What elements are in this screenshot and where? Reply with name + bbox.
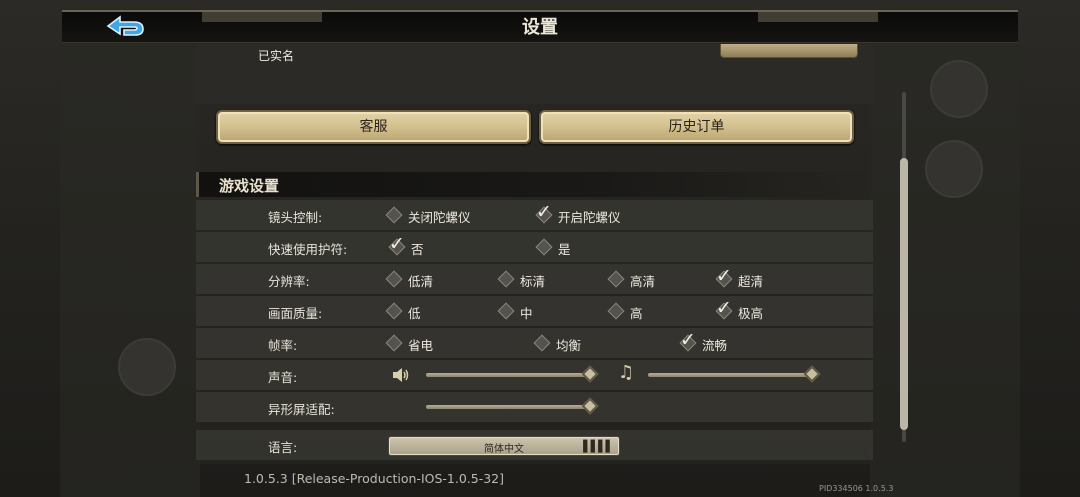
version-text: 1.0.5.3 [Release-Production-IOS-1.0.5-32… <box>244 471 505 486</box>
checkmark-icon: ✓ <box>716 297 732 319</box>
option-label: 低清 <box>408 274 434 289</box>
slider-track <box>426 373 596 377</box>
option-label: 高 <box>630 306 643 321</box>
option-label: 低 <box>408 306 421 321</box>
option-label: 均衡 <box>556 338 582 353</box>
setting-row-quality: 画面质量: 低 中 高 ✓ 极高 <box>196 296 873 326</box>
order-history-button[interactable]: 历史订单 <box>539 110 854 144</box>
checkmark-icon: ✓ <box>389 233 405 255</box>
checkbox-icon <box>385 334 403 352</box>
slider-knob[interactable] <box>803 365 821 383</box>
background-emblem <box>930 60 988 118</box>
checkmark-icon: ✓ <box>680 329 696 351</box>
row-label: 分辨率: <box>268 274 310 289</box>
checkbox-icon <box>533 334 551 352</box>
slider-knob[interactable] <box>581 397 599 415</box>
option-label: 开启陀螺仪 <box>558 210 621 225</box>
row-label: 画面质量: <box>268 306 323 321</box>
setting-row-camera: 镜头控制: 关闭陀螺仪 ✓ 开启陀螺仪 <box>196 200 873 230</box>
row-label: 快速使用护符: <box>268 242 348 257</box>
back-button[interactable] <box>104 14 146 38</box>
checkbox-icon <box>497 302 515 320</box>
account-button[interactable] <box>720 44 858 58</box>
background-emblem <box>118 338 176 396</box>
option-label: 极高 <box>738 306 764 321</box>
row-label: 异形屏适配: <box>268 402 335 417</box>
language-select[interactable]: 简体中文 ▌▌▌▌ <box>388 436 620 456</box>
realname-status: 已实名 <box>258 49 295 63</box>
option-label: 超清 <box>738 274 764 289</box>
notch-adapt-slider[interactable] <box>426 392 599 422</box>
checkbox-icon <box>385 270 403 288</box>
checkbox-icon <box>607 270 625 288</box>
setting-row-notch: 异形屏适配: <box>196 392 873 422</box>
row-label: 语言: <box>268 440 298 455</box>
slider-track <box>648 373 818 377</box>
checkbox-icon <box>607 302 625 320</box>
section-title: 游戏设置 <box>219 177 280 195</box>
option-label: 标清 <box>520 274 546 289</box>
page-title: 设置 <box>522 17 558 38</box>
option-label: 否 <box>411 242 424 257</box>
speaker-icon <box>393 368 409 382</box>
pid-text: PID334506 1.0.5.3 <box>819 484 894 493</box>
row-label: 声音: <box>268 370 298 385</box>
music-note-icon: ♫ <box>618 362 635 383</box>
row-label: 帧率: <box>268 338 298 353</box>
customer-service-button[interactable]: 客服 <box>216 110 531 144</box>
scrollbar-thumb[interactable] <box>900 158 908 430</box>
setting-row-quick-charm: 快速使用护符: ✓ 否 是 <box>196 232 873 262</box>
slider-knob[interactable] <box>581 365 599 383</box>
slider-track <box>426 405 596 409</box>
checkbox-icon <box>385 302 403 320</box>
checkbox-icon <box>535 238 553 256</box>
setting-row-resolution: 分辨率: 低清 标清 高清 ✓ 超清 <box>196 264 873 294</box>
background-left-menu <box>60 40 200 497</box>
option-label: 流畅 <box>702 338 728 353</box>
checkmark-icon: ✓ <box>536 201 552 223</box>
sfx-volume-slider[interactable] <box>426 360 599 390</box>
checkmark-icon: ✓ <box>716 265 732 287</box>
back-arrow-icon <box>106 15 144 36</box>
option-label: 是 <box>558 242 571 257</box>
bars-icon: ▌▌▌▌ <box>583 440 614 453</box>
setting-row-framerate: 帧率: 省电 均衡 ✓ 流畅 <box>196 328 873 358</box>
checkbox-icon <box>497 270 515 288</box>
option-label: 关闭陀螺仪 <box>408 210 471 225</box>
music-volume-slider[interactable] <box>648 360 821 390</box>
option-label: 高清 <box>630 274 656 289</box>
setting-row-sound: 声音: ♫ <box>196 360 873 390</box>
row-label: 镜头控制: <box>268 210 323 225</box>
background-emblem <box>925 140 983 198</box>
option-label: 省电 <box>408 338 434 353</box>
checkbox-icon <box>385 206 403 224</box>
section-header: 游戏设置 <box>196 172 873 197</box>
option-label: 中 <box>520 306 533 321</box>
